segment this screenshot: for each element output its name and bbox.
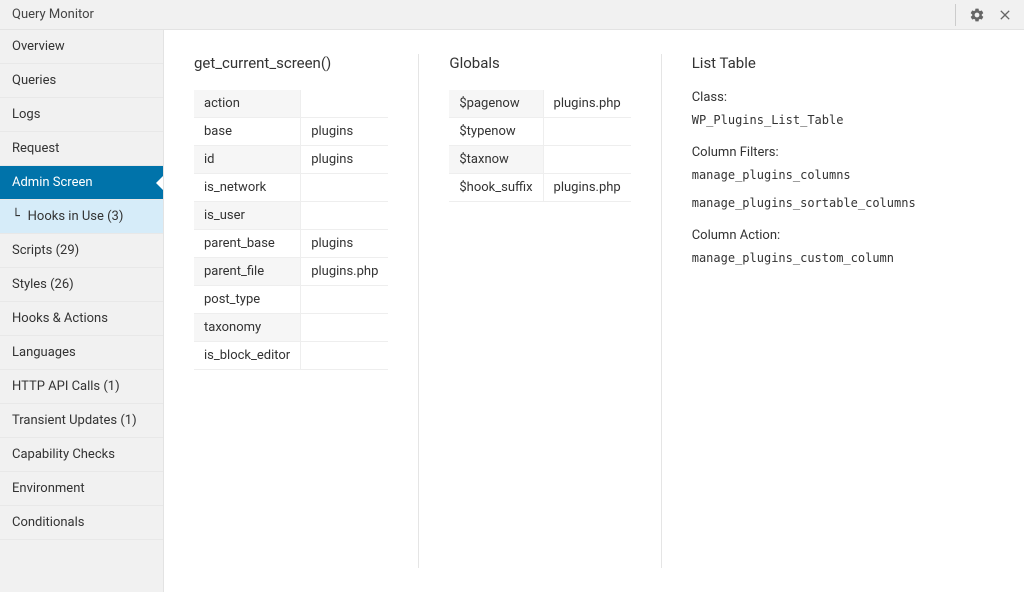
cell-key: $typenow <box>449 118 543 146</box>
sidebar-item-conditionals[interactable]: Conditionals <box>0 506 163 540</box>
sidebar-item-environment[interactable]: Environment <box>0 472 163 506</box>
column-title: Globals <box>449 54 630 72</box>
sidebar-item-languages[interactable]: Languages <box>0 336 163 370</box>
cell-key: $taxnow <box>449 146 543 174</box>
cell-key: taxonomy <box>194 314 301 342</box>
filter-value: manage_plugins_sortable_columns <box>692 196 916 210</box>
sidebar-item-label: Styles (26) <box>12 277 74 292</box>
cell-key: is_user <box>194 202 301 230</box>
table-row: baseplugins <box>194 118 388 146</box>
sidebar-item-label: Environment <box>12 481 85 496</box>
panel-body: Overview Queries Logs Request Admin Scre… <box>0 30 1024 592</box>
table-row: $typenow <box>449 118 630 146</box>
sidebar-item-admin-screen[interactable]: Admin Screen <box>0 166 163 200</box>
sidebar-item-overview[interactable]: Overview <box>0 30 163 64</box>
action-label: Column Action: <box>692 228 916 243</box>
cell-value: plugins <box>301 230 389 258</box>
panel-header: Query Monitor <box>0 0 1024 30</box>
cell-value: plugins.php <box>543 174 631 202</box>
cell-value <box>301 314 389 342</box>
cell-value <box>301 90 389 118</box>
sidebar-item-label: Overview <box>12 39 65 54</box>
sidebar-item-label: Logs <box>12 107 40 122</box>
sidebar-item-label: Request <box>12 141 59 156</box>
cell-key: parent_file <box>194 258 301 286</box>
cell-key: is_block_editor <box>194 342 301 370</box>
sidebar-item-label: Admin Screen <box>12 175 93 190</box>
cell-value: plugins <box>301 146 389 174</box>
settings-button[interactable] <box>966 4 988 26</box>
cell-value <box>543 146 631 174</box>
sidebar-item-label: Queries <box>12 73 56 88</box>
cell-key: is_network <box>194 174 301 202</box>
table-row: is_block_editor <box>194 342 388 370</box>
sidebar-item-label: Capability Checks <box>12 447 115 462</box>
table-row: $hook_suffixplugins.php <box>449 174 630 202</box>
sidebar-item-label: Languages <box>12 345 76 360</box>
column-list-table: List Table Class: WP_Plugins_List_Table … <box>662 54 946 568</box>
table-row: $pagenowplugins.php <box>449 90 630 118</box>
globals-table: $pagenowplugins.php $typenow $taxnow $ho… <box>449 90 630 202</box>
column-title: get_current_screen() <box>194 54 388 72</box>
cell-value: plugins <box>301 118 389 146</box>
cell-key: parent_base <box>194 230 301 258</box>
sidebar-item-styles[interactable]: Styles (26) <box>0 268 163 302</box>
table-row: idplugins <box>194 146 388 174</box>
cell-key: base <box>194 118 301 146</box>
column-title: List Table <box>692 54 916 72</box>
close-icon <box>997 7 1013 23</box>
sidebar: Overview Queries Logs Request Admin Scre… <box>0 30 164 592</box>
cell-value: plugins.php <box>301 258 389 286</box>
sidebar-item-label: Conditionals <box>12 515 85 530</box>
cell-value <box>301 174 389 202</box>
sidebar-item-capability-checks[interactable]: Capability Checks <box>0 438 163 472</box>
sidebar-item-hooks-actions[interactable]: Hooks & Actions <box>0 302 163 336</box>
sidebar-item-scripts[interactable]: Scripts (29) <box>0 234 163 268</box>
sidebar-item-label: Scripts (29) <box>12 243 79 258</box>
cell-value <box>543 118 631 146</box>
sidebar-item-http-api-calls[interactable]: HTTP API Calls (1) <box>0 370 163 404</box>
column-get-current-screen: get_current_screen() action baseplugins … <box>194 54 418 568</box>
table-row: parent_fileplugins.php <box>194 258 388 286</box>
sidebar-item-queries[interactable]: Queries <box>0 64 163 98</box>
table-row: is_user <box>194 202 388 230</box>
table-row: action <box>194 90 388 118</box>
cell-value <box>301 342 389 370</box>
table-row: is_network <box>194 174 388 202</box>
cell-value <box>301 286 389 314</box>
sidebar-item-label: Hooks & Actions <box>12 311 108 326</box>
screen-table: action baseplugins idplugins is_network … <box>194 90 388 370</box>
header-divider <box>955 4 956 26</box>
sidebar-item-label: Transient Updates (1) <box>12 413 137 428</box>
header-actions <box>951 4 1016 26</box>
action-value: manage_plugins_custom_column <box>692 251 916 265</box>
cell-value <box>301 202 389 230</box>
gear-icon <box>969 7 985 23</box>
cell-key: action <box>194 90 301 118</box>
sidebar-item-transient-updates[interactable]: Transient Updates (1) <box>0 404 163 438</box>
cell-key: $hook_suffix <box>449 174 543 202</box>
class-value: WP_Plugins_List_Table <box>692 113 916 127</box>
sidebar-item-label: Hooks in Use (3) <box>28 209 124 224</box>
table-row: post_type <box>194 286 388 314</box>
close-button[interactable] <box>994 4 1016 26</box>
table-row: taxonomy <box>194 314 388 342</box>
table-row: $taxnow <box>449 146 630 174</box>
filters-label: Column Filters: <box>692 145 916 160</box>
sidebar-item-request[interactable]: Request <box>0 132 163 166</box>
class-label: Class: <box>692 90 916 105</box>
cell-key: $pagenow <box>449 90 543 118</box>
query-monitor-panel: Query Monitor Overview Queries Logs Requ… <box>0 0 1024 592</box>
sidebar-item-logs[interactable]: Logs <box>0 98 163 132</box>
filter-value: manage_plugins_columns <box>692 168 916 182</box>
sidebar-item-hooks-in-use[interactable]: Hooks in Use (3) <box>0 200 163 234</box>
cell-value: plugins.php <box>543 90 631 118</box>
table-row: parent_baseplugins <box>194 230 388 258</box>
cell-key: id <box>194 146 301 174</box>
cell-key: post_type <box>194 286 301 314</box>
content-area: get_current_screen() action baseplugins … <box>164 30 1024 592</box>
column-globals: Globals $pagenowplugins.php $typenow $ta… <box>418 54 661 568</box>
sidebar-item-label: HTTP API Calls (1) <box>12 379 120 394</box>
panel-title: Query Monitor <box>12 7 94 22</box>
